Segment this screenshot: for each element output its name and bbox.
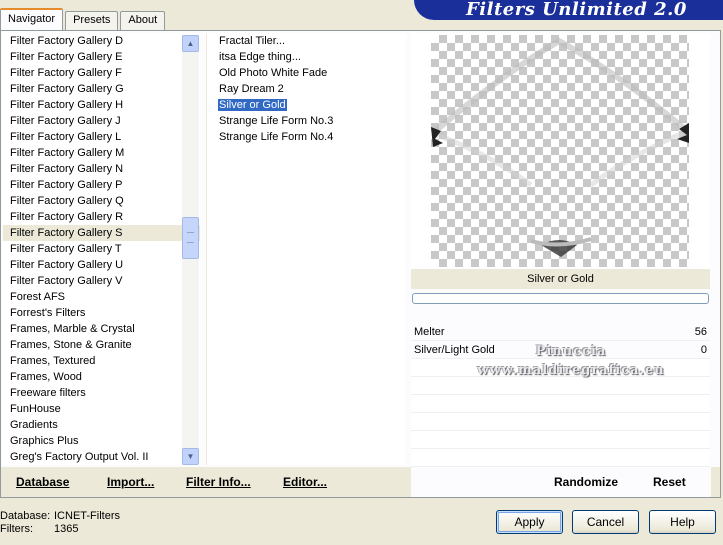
- param-value: 56: [694, 326, 707, 338]
- category-item[interactable]: Freeware filters: [3, 385, 200, 401]
- category-item[interactable]: Frames, Marble & Crystal: [3, 321, 200, 337]
- filters-count: 1365: [54, 523, 79, 535]
- param-row-silver-light-gold[interactable]: Silver/Light Gold 0: [411, 341, 710, 359]
- filters-label: Filters:: [0, 523, 33, 535]
- category-item[interactable]: Filter Factory Gallery E: [3, 49, 200, 65]
- app-title: Filters Unlimited 2.0: [466, 0, 687, 20]
- navigator-actions: Database Import... Filter Info... Editor…: [1, 467, 406, 497]
- preview-actions: Randomize Reset: [411, 467, 711, 497]
- randomize-button[interactable]: Randomize: [554, 475, 618, 489]
- filter-item-label: Old Photo White Fade: [219, 67, 328, 79]
- scroll-up-button[interactable]: ▲: [182, 35, 199, 52]
- category-item[interactable]: Graphics Plus: [3, 433, 200, 449]
- filter-item-label: Strange Life Form No.3: [219, 115, 334, 127]
- category-item[interactable]: Filter Factory Gallery V: [3, 273, 200, 289]
- filter-item[interactable]: Old Photo White Fade: [207, 65, 406, 81]
- filter-item-label: Strange Life Form No.4: [219, 131, 334, 143]
- category-item[interactable]: Filter Factory Gallery N: [3, 161, 200, 177]
- param-row-empty: [411, 449, 710, 467]
- category-item[interactable]: Frames, Stone & Granite: [3, 337, 200, 353]
- category-item[interactable]: Filter Factory Gallery T: [3, 241, 200, 257]
- chevron-down-icon: ▼: [186, 452, 195, 461]
- filter-item-label: Fractal Tiler...: [219, 35, 286, 47]
- filter-list: Fractal Tiler... itsa Edge thing... Old Ph…: [206, 33, 406, 465]
- preview-area: [411, 33, 710, 269]
- navigator-panel: Filter Factory Gallery D Filter Factory G…: [0, 30, 721, 498]
- tab-navigator[interactable]: Navigator: [0, 8, 64, 30]
- category-item[interactable]: Filter Factory Gallery U: [3, 257, 200, 273]
- database-label: Database:: [0, 510, 51, 522]
- filter-item-label: itsa Edge thing...: [219, 51, 301, 63]
- scroll-down-button[interactable]: ▼: [182, 448, 199, 465]
- category-item[interactable]: Frames, Textured: [3, 353, 200, 369]
- chevron-up-icon: ▲: [186, 39, 195, 48]
- filter-item[interactable]: Silver or Gold: [207, 97, 406, 113]
- param-row-empty: [411, 413, 710, 431]
- reset-button[interactable]: Reset: [653, 475, 686, 489]
- category-item[interactable]: Filter Factory Gallery F: [3, 65, 200, 81]
- category-item[interactable]: Filter Factory Gallery D: [3, 33, 200, 49]
- category-item[interactable]: Filter Factory Gallery H: [3, 97, 200, 113]
- progress-bar: [412, 293, 709, 304]
- category-scrollbar[interactable]: ▲ ▼: [182, 35, 199, 465]
- param-row-empty: [411, 377, 710, 395]
- category-item[interactable]: Filter Factory Gallery P: [3, 177, 200, 193]
- scroll-thumb[interactable]: [182, 217, 199, 259]
- filter-item-label: Ray Dream 2: [219, 83, 284, 95]
- filter-item[interactable]: Ray Dream 2: [207, 81, 406, 97]
- title-banner: Filters Unlimited 2.0: [414, 0, 723, 20]
- parameter-list: Melter 56 Silver/Light Gold 0: [411, 323, 710, 467]
- preview-image: [431, 35, 689, 267]
- category-item[interactable]: Gradients: [3, 417, 200, 433]
- category-item[interactable]: Filter Factory Gallery L: [3, 129, 200, 145]
- preview-effect-shape: [431, 37, 689, 257]
- category-item[interactable]: Greg's Factory Output Vol. II: [3, 449, 200, 465]
- param-label: Silver/Light Gold: [414, 344, 495, 356]
- database-value: ICNET-Filters: [54, 510, 120, 522]
- category-item[interactable]: FunHouse: [3, 401, 200, 417]
- category-item[interactable]: Filter Factory Gallery J: [3, 113, 200, 129]
- param-row-melter[interactable]: Melter 56: [411, 323, 710, 341]
- category-item[interactable]: Filter Factory Gallery M: [3, 145, 200, 161]
- tab-presets[interactable]: Presets: [65, 11, 119, 30]
- editor-button[interactable]: Editor...: [283, 475, 327, 489]
- import-button[interactable]: Import...: [107, 475, 154, 489]
- category-item[interactable]: Filter Factory Gallery G: [3, 81, 200, 97]
- param-row-empty: [411, 431, 710, 449]
- category-item[interactable]: Forest AFS: [3, 289, 200, 305]
- action-bar: Database Import... Filter Info... Editor…: [1, 467, 720, 497]
- help-button[interactable]: Help: [649, 510, 716, 534]
- param-label: Melter: [414, 326, 445, 338]
- filter-item[interactable]: Fractal Tiler...: [207, 33, 406, 49]
- category-item[interactable]: Filter Factory Gallery Q: [3, 193, 200, 209]
- database-button[interactable]: Database: [16, 475, 69, 489]
- filter-item[interactable]: Strange Life Form No.3: [207, 113, 406, 129]
- param-value: 0: [700, 344, 707, 356]
- apply-button[interactable]: Apply: [496, 510, 563, 534]
- param-row-empty: [411, 359, 710, 377]
- param-row-empty: [411, 395, 710, 413]
- status-info: Database: ICNET-Filters Filters: 1365: [0, 510, 120, 536]
- tab-bar: Navigator Presets About: [0, 8, 167, 30]
- category-item[interactable]: Forrest's Filters: [3, 305, 200, 321]
- tab-about[interactable]: About: [120, 11, 166, 30]
- selected-filter-name: Silver or Gold: [411, 269, 710, 289]
- category-item[interactable]: Frames, Wood: [3, 369, 200, 385]
- filter-item-label: Silver or Gold: [218, 99, 287, 111]
- filter-info-button[interactable]: Filter Info...: [186, 475, 251, 489]
- category-item[interactable]: Filter Factory Gallery R: [3, 209, 200, 225]
- category-item[interactable]: Filter Factory Gallery S: [3, 225, 200, 241]
- filter-item[interactable]: Strange Life Form No.4: [207, 129, 406, 145]
- filter-item[interactable]: itsa Edge thing...: [207, 49, 406, 65]
- category-list: Filter Factory Gallery D Filter Factory G…: [3, 33, 200, 465]
- cancel-button[interactable]: Cancel: [572, 510, 639, 534]
